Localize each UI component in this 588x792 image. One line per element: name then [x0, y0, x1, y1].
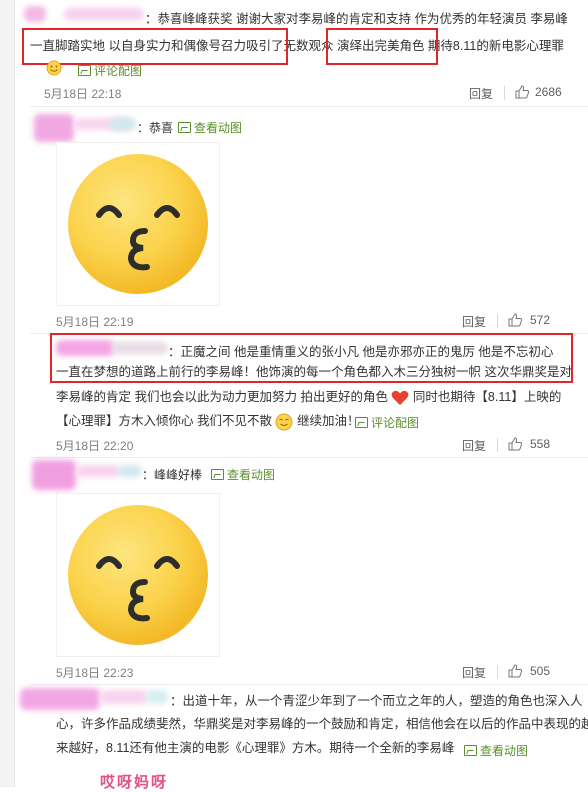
username-blur — [118, 465, 142, 477]
view-gif-link[interactable]: 查看动图 — [464, 742, 528, 759]
image-icon — [464, 745, 477, 756]
link-label: 查看动图 — [194, 121, 243, 135]
separator — [30, 106, 588, 107]
comment-text-line: 来越好，8.11还有他主演的电影《心理罪》方木。期待一个全新的李易峰 — [56, 741, 455, 755]
view-gif-link[interactable]: 查看动图 — [211, 466, 275, 483]
kiss-emoji-icon — [68, 154, 208, 294]
timestamp: 5月18日 22:23 — [56, 666, 134, 680]
comment-image-link[interactable]: 评论配图 — [78, 62, 142, 79]
smile-emoji-icon — [46, 60, 62, 76]
username-blur — [110, 118, 136, 130]
comment-text-line: 心，许多作品成绩斐然，华鼎奖是对李易峰的一个鼓励和肯定，相信他会在以后的作品中表… — [56, 717, 588, 731]
heart-icon — [392, 390, 409, 405]
like-count: 558 — [530, 437, 551, 451]
avatar — [34, 114, 74, 142]
avatar — [56, 340, 114, 356]
kiss-emoji-image[interactable] — [56, 493, 220, 657]
thumbs-up-icon[interactable] — [515, 85, 530, 99]
like-count: 572 — [530, 313, 551, 327]
comment-text-line: ：出道十年，从一个青涩少年到了一个而立之年的人，塑造的角色也深入人 — [170, 694, 583, 708]
comment-text: 继续加油！ — [296, 414, 360, 428]
link-label: 查看动图 — [227, 468, 276, 482]
link-label: 查看动图 — [480, 744, 529, 758]
username-blur — [76, 465, 120, 477]
thumbs-up-icon[interactable] — [508, 437, 523, 451]
view-gif-link[interactable]: 查看动图 — [178, 119, 242, 136]
thumbs-up-icon[interactable] — [508, 313, 523, 327]
sticker-text: 哎呀妈呀 — [100, 774, 169, 791]
comment-text-line: ：恭喜峰峰获奖 谢谢大家对李易峰的肯定和支持 作为优秀的年轻演员 李易峰 — [145, 12, 568, 26]
avatar — [32, 460, 76, 490]
image-icon — [78, 65, 91, 76]
username-blur — [146, 690, 168, 704]
link-label: 评论配图 — [94, 64, 143, 78]
divider — [497, 438, 498, 452]
comment-text: ：恭喜 — [137, 121, 174, 135]
avatar — [24, 6, 46, 22]
like-count: 505 — [530, 664, 551, 678]
divider — [497, 314, 498, 328]
comment-text: 【心理罪】方木入倾你心 我们不见不散 — [56, 414, 272, 428]
reply-button[interactable]: 回复 — [462, 313, 486, 330]
kiss-emoji-image[interactable] — [56, 142, 220, 306]
avatar — [20, 688, 100, 710]
comment-image-link[interactable]: 评论配图 — [355, 414, 419, 431]
kiss-emoji-icon — [68, 505, 208, 645]
reply-button[interactable]: 回复 — [462, 437, 486, 454]
timestamp: 5月18日 22:18 — [44, 87, 122, 101]
comment-text-line: 【心理罪】方木入倾你心 我们不见不散 继续加油！ — [56, 412, 359, 431]
reply-button[interactable]: 回复 — [469, 85, 493, 102]
image-icon — [178, 122, 191, 133]
comment-text-line: 李易峰的肯定 我们也会以此为动力更加努力 拍出更好的角色 同时也期待【8.11】… — [56, 388, 561, 406]
smile-emoji-icon — [275, 413, 293, 431]
timestamp: 5月18日 22:19 — [56, 315, 134, 329]
comment-text: ：峰峰好棒 — [142, 468, 203, 482]
username-blur — [64, 8, 144, 20]
separator — [30, 684, 588, 685]
like-count: 2686 — [535, 85, 562, 99]
comment-text: 同时也期待【8.11】上映的 — [412, 390, 562, 404]
divider — [497, 665, 498, 679]
comment-text-line: ：正魔之间 他是重情重义的张小凡 他是亦邪亦正的鬼厉 他是不忘初心 — [168, 345, 554, 359]
image-icon — [211, 469, 224, 480]
thumbs-up-icon[interactable] — [508, 664, 523, 678]
image-icon — [355, 417, 368, 428]
separator — [30, 457, 588, 458]
comment-feed: ：恭喜峰峰获奖 谢谢大家对李易峰的肯定和支持 作为优秀的年轻演员 李易峰 一直脚… — [0, 0, 588, 791]
left-edge — [0, 0, 15, 787]
username-blur — [100, 690, 148, 704]
comment-text-line: 一直在梦想的道路上前行的李易峰！他饰演的每一个角色都入木三分独树一帜 这次华鼎奖… — [56, 365, 572, 379]
timestamp: 5月18日 22:20 — [56, 439, 134, 453]
divider — [504, 86, 505, 100]
highlight-box — [326, 28, 438, 65]
comment-text: 李易峰的肯定 我们也会以此为动力更加努力 拍出更好的角色 — [56, 390, 388, 404]
reply-button[interactable]: 回复 — [462, 664, 486, 681]
username-blur — [112, 342, 168, 354]
link-label: 评论配图 — [371, 416, 420, 430]
